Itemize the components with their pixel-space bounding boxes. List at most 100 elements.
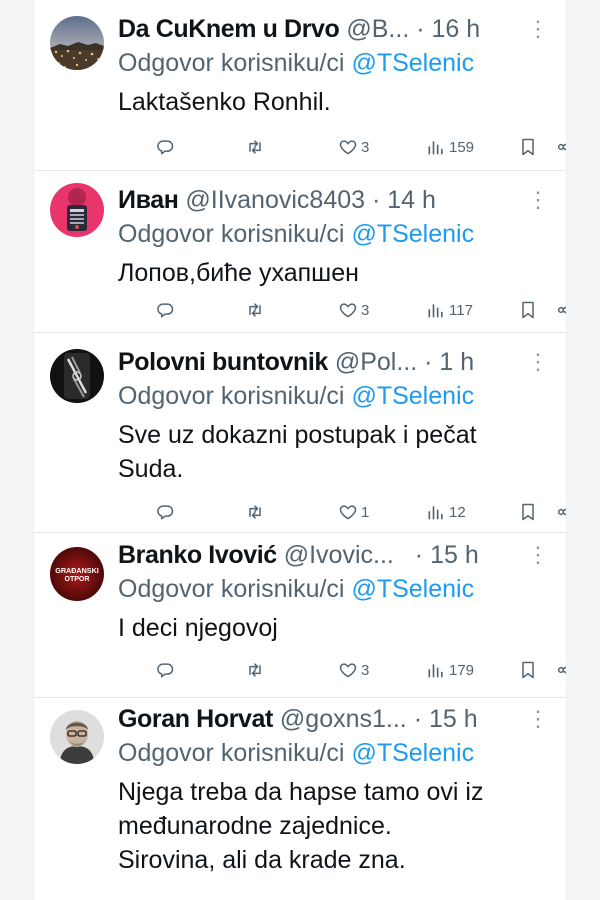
views-icon <box>426 660 446 680</box>
more-options-icon[interactable]: ⋮ <box>527 345 549 379</box>
share-button[interactable] <box>556 502 566 522</box>
mention-link[interactable]: @TSelenic <box>351 49 474 77</box>
mention-link[interactable]: @TSelenic <box>351 739 474 767</box>
share-button[interactable] <box>556 300 566 320</box>
more-options-icon[interactable]: ⋮ <box>527 12 549 46</box>
user-handle[interactable]: @goxns1... <box>280 705 407 733</box>
like-button[interactable]: 1 <box>338 502 369 522</box>
separator-dot: · <box>416 15 425 43</box>
reply-icon <box>155 137 175 157</box>
tweet[interactable]: GRAĐANSKI OTPOR Branko Ivović @Ivovic...… <box>34 533 566 698</box>
display-name[interactable]: Иван <box>118 186 179 214</box>
reply-button[interactable] <box>155 660 175 680</box>
like-button[interactable]: 3 <box>338 660 369 680</box>
reply-prefix: Odgovor korisniku/ci <box>118 739 345 767</box>
share-icon <box>556 137 566 157</box>
timestamp[interactable]: 16 h <box>432 15 481 43</box>
like-count: 3 <box>361 661 370 679</box>
separator-dot: · <box>413 705 423 733</box>
mention-link[interactable]: @TSelenic <box>351 575 474 603</box>
view-count: 117 <box>449 301 473 319</box>
bookmark-icon <box>518 502 538 522</box>
view-count: 179 <box>449 661 475 679</box>
tweet[interactable]: Da CuKnem u Drvo @B... · 16 h ⋮ Odgovor … <box>34 0 566 171</box>
avatar-text: OTPOR <box>65 576 90 583</box>
tweet-text-line: I deci njegovoj <box>118 614 278 642</box>
views-icon <box>426 300 446 320</box>
more-options-icon[interactable]: ⋮ <box>527 538 549 572</box>
tweet-actions: 3 179 <box>154 657 566 683</box>
reply-icon <box>155 502 175 522</box>
like-button[interactable]: 3 <box>338 300 369 320</box>
retweet-button[interactable] <box>245 137 265 157</box>
tweet-header: Polovni buntovnik @Pol... · 1 h <box>118 345 556 379</box>
avatar[interactable] <box>50 349 104 403</box>
avatar-text: GRAĐANSKI <box>55 566 99 575</box>
retweet-icon <box>245 502 265 522</box>
replying-to: Odgovor korisniku/ci @TSelenic <box>118 379 556 413</box>
user-handle[interactable]: @IIvanovic8403 <box>185 186 365 214</box>
display-name[interactable]: Branko Ivović <box>118 541 277 569</box>
mention-link[interactable]: @TSelenic <box>351 382 474 410</box>
views-button[interactable]: 117 <box>426 300 473 320</box>
avatar[interactable]: GRAĐANSKI OTPOR <box>50 547 104 601</box>
tweet-text: Sve uz dokazni postupak i pečat Suda. <box>118 418 556 486</box>
share-button[interactable] <box>556 660 566 680</box>
user-handle[interactable]: @Ivovic... <box>284 541 394 569</box>
bookmark-button[interactable] <box>518 502 538 522</box>
mention-link[interactable]: @TSelenic <box>351 220 474 248</box>
reply-feed: Da CuKnem u Drvo @B... · 16 h ⋮ Odgovor … <box>34 0 566 900</box>
reply-button[interactable] <box>155 137 175 157</box>
timestamp[interactable]: 1 h <box>439 348 474 376</box>
like-count: 1 <box>361 503 370 521</box>
bookmark-button[interactable] <box>518 137 538 157</box>
replying-to: Odgovor korisniku/ci @TSelenic <box>118 572 556 606</box>
display-name[interactable]: Goran Horvat <box>118 705 273 733</box>
user-handle[interactable]: @B... <box>346 15 409 43</box>
views-icon <box>426 137 446 157</box>
user-handle[interactable]: @Pol... <box>335 348 417 376</box>
timestamp[interactable]: 15 h <box>430 541 479 569</box>
bookmark-icon <box>518 137 538 157</box>
replying-to: Odgovor korisniku/ci @TSelenic <box>118 46 556 80</box>
heart-icon <box>338 660 358 680</box>
tweet[interactable]: Polovni buntovnik @Pol... · 1 h ⋮ Odgovo… <box>34 333 566 533</box>
views-button[interactable]: 12 <box>426 502 466 522</box>
tweet-actions: 3 159 <box>154 134 566 160</box>
reply-prefix: Odgovor korisniku/ci <box>118 220 345 248</box>
avatar[interactable] <box>50 183 104 237</box>
replying-to: Odgovor korisniku/ci @TSelenic <box>118 217 556 251</box>
tweet[interactable]: Иван @IIvanovic8403 · 14 h ⋮ Odgovor kor… <box>34 171 566 333</box>
share-icon <box>556 502 566 522</box>
tweet-text-line: Njega treba da hapse tamo ovi iz <box>118 778 484 806</box>
tweet[interactable]: Goran Horvat @goxns1... · 15 h ⋮ Odgovor… <box>34 698 566 900</box>
reply-button[interactable] <box>155 502 175 522</box>
avatar[interactable] <box>50 16 104 70</box>
tweet-text: I deci njegovoj <box>118 611 556 645</box>
more-options-icon[interactable]: ⋮ <box>527 702 549 736</box>
tweet-text-line: međunarodne zajednice. <box>118 812 392 840</box>
retweet-button[interactable] <box>245 502 265 522</box>
display-name[interactable]: Polovni buntovnik <box>118 348 328 376</box>
bookmark-button[interactable] <box>518 660 538 680</box>
views-button[interactable]: 179 <box>426 660 474 680</box>
avatar[interactable] <box>50 710 104 764</box>
reply-button[interactable] <box>155 300 175 320</box>
tweet-text-line: Suda. <box>118 455 184 483</box>
views-button[interactable]: 159 <box>426 137 474 157</box>
reply-prefix: Odgovor korisniku/ci <box>118 382 345 410</box>
display-name[interactable]: Da CuKnem u Drvo <box>118 15 340 43</box>
retweet-button[interactable] <box>245 300 265 320</box>
share-button[interactable] <box>556 137 566 157</box>
bookmark-button[interactable] <box>518 300 538 320</box>
view-count: 12 <box>449 503 466 521</box>
retweet-button[interactable] <box>245 660 265 680</box>
like-button[interactable]: 3 <box>338 137 369 157</box>
tweet-text-line: Лопов,бићe ухапшен <box>118 259 359 287</box>
like-count: 3 <box>361 301 370 319</box>
timestamp[interactable]: 14 h <box>387 186 436 214</box>
tweet-text: Njega treba da hapse tamo ovi iz međunar… <box>118 775 556 877</box>
tweet-header: Branko Ivović @Ivovic... · 15 h <box>118 538 556 572</box>
more-options-icon[interactable]: ⋮ <box>527 183 549 217</box>
timestamp[interactable]: 15 h <box>429 705 478 733</box>
